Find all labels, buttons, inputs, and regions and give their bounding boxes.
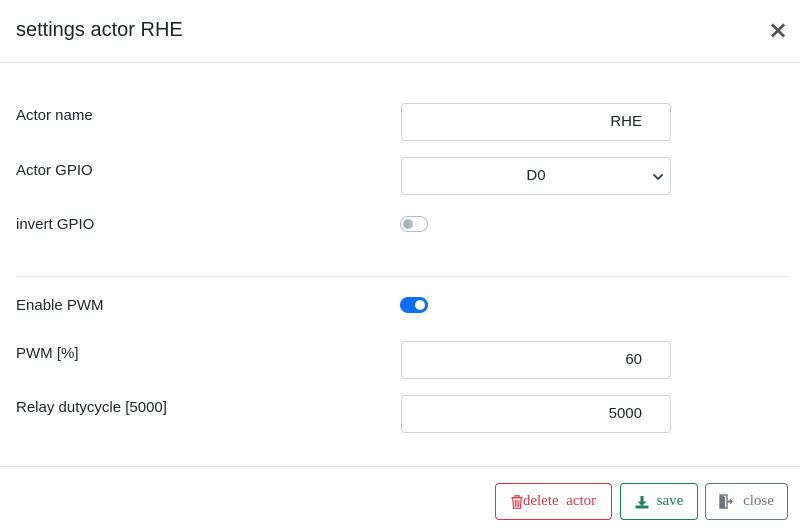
actor-name-input[interactable]: RHE — [401, 103, 671, 141]
actor-gpio-selected-value: D0 — [526, 167, 546, 184]
door-exit-icon — [719, 494, 734, 509]
toggle-knob — [415, 300, 425, 310]
modal-title: settings actor RHE — [16, 19, 183, 41]
close-label: close — [743, 493, 774, 509]
actor-gpio-select[interactable]: D0 — [401, 157, 671, 195]
pwm-label: PWM [%] — [16, 345, 79, 362]
toggle-knob — [403, 219, 413, 229]
trash-icon — [511, 494, 523, 509]
relay-dutycycle-label: Relay dutycycle [5000] — [16, 399, 167, 416]
enable-pwm-label: Enable PWM — [16, 297, 104, 314]
chevron-down-icon — [652, 170, 664, 182]
invert-gpio-label: invert GPIO — [16, 216, 95, 233]
save-button[interactable]: save — [620, 483, 698, 520]
download-icon — [635, 495, 649, 509]
settings-modal: settings actor RHE × Actor name RHE Acto… — [0, 0, 800, 531]
modal-header: settings actor RHE × — [0, 0, 800, 63]
modal-footer-border — [0, 466, 800, 467]
actor-name-label: Actor name — [16, 107, 93, 124]
enable-pwm-toggle[interactable] — [400, 297, 428, 313]
section-divider — [16, 276, 788, 277]
save-label: save — [656, 493, 684, 509]
delete-actor-button[interactable]: delete actor — [495, 483, 612, 520]
delete-actor-label: delete actor — [522, 493, 597, 509]
actor-gpio-label: Actor GPIO — [16, 162, 93, 179]
invert-gpio-toggle[interactable] — [400, 216, 428, 232]
close-icon[interactable]: × — [768, 16, 788, 44]
relay-dutycycle-input[interactable]: 5000 — [401, 395, 671, 433]
pwm-input[interactable]: 60 — [401, 341, 671, 379]
close-button[interactable]: close — [705, 483, 788, 520]
